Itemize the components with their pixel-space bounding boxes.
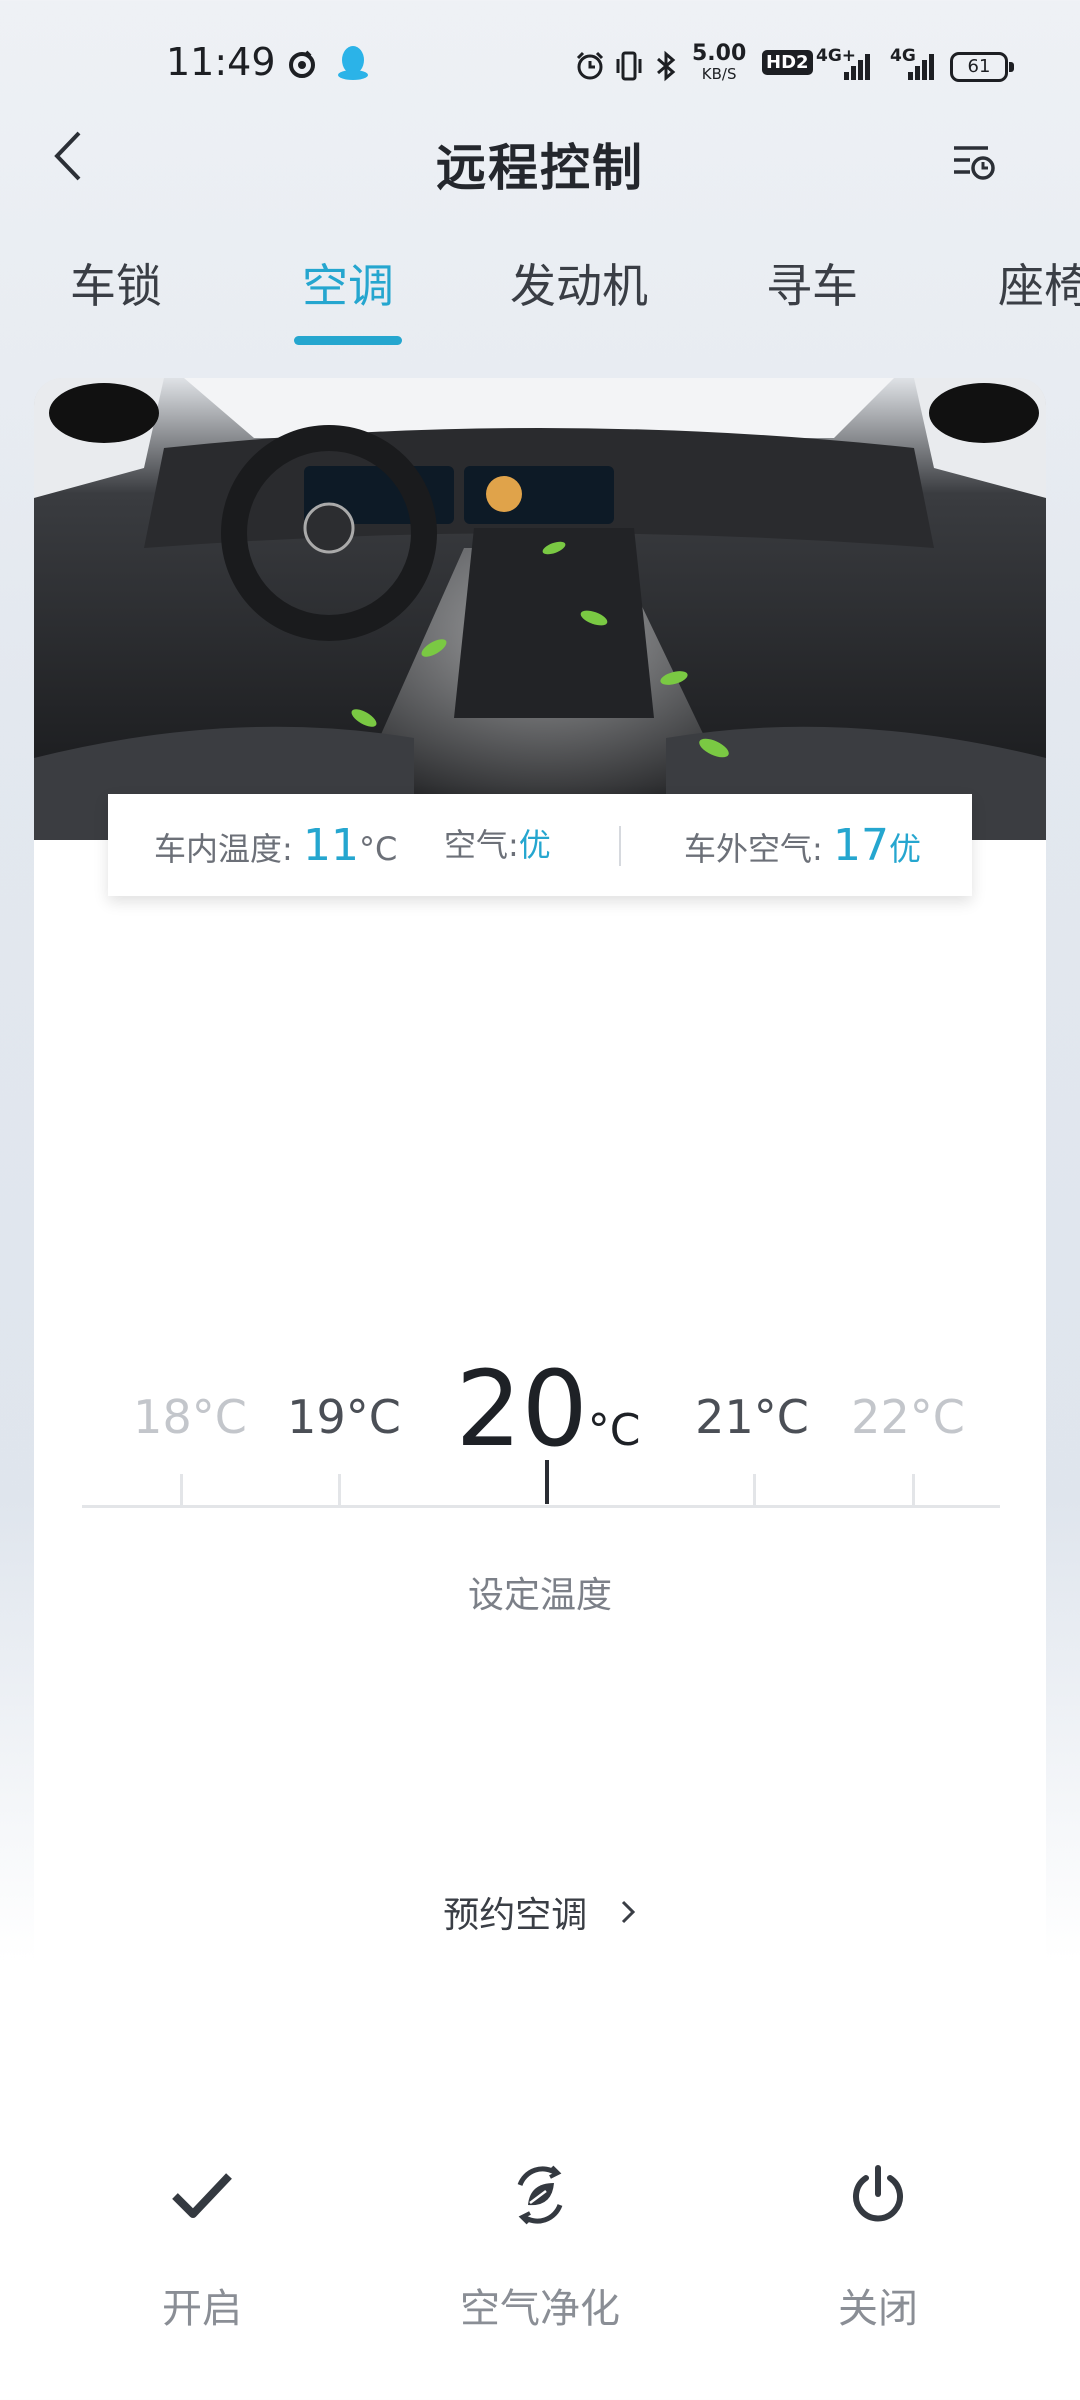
air-purify-button[interactable]: 空气净化 <box>420 2150 660 2332</box>
tab-bar: 车锁 空调 发动机 寻车 座椅 <box>0 240 1080 350</box>
header: 远程控制 <box>0 110 1080 210</box>
ruler-tick <box>912 1474 915 1506</box>
outside-air-quality: 车外空气: 17优 <box>684 820 921 871</box>
divider <box>619 826 621 866</box>
status-time: 11:49 <box>166 40 276 84</box>
ruler-tick <box>338 1474 341 1506</box>
temp-option[interactable]: 19°C <box>287 1390 401 1444</box>
temperature-picker[interactable]: 18°C 19°C 20°C 21°C 22°C <box>0 1340 1080 1470</box>
inside-temperature: 车内温度: 11°C <box>154 820 398 871</box>
climate-info-bar: 车内温度: 11°C 空气:优 车外空气: 17优 <box>108 794 972 896</box>
schedule-history-button[interactable] <box>944 132 1004 192</box>
stop-ac-button[interactable]: 关闭 <box>758 2150 998 2332</box>
air-purify-label: 空气净化 <box>460 2286 620 2332</box>
tab-seat[interactable]: 座椅 <box>998 250 1080 316</box>
stop-ac-label: 关闭 <box>838 2286 918 2332</box>
current-temperature: 20°C <box>455 1348 641 1470</box>
ruler-current-marker <box>545 1460 549 1504</box>
ruler-tick <box>180 1474 183 1506</box>
temp-option[interactable]: 18°C <box>133 1390 247 1444</box>
schedule-list-icon <box>954 146 995 180</box>
chevron-right-icon <box>621 1900 635 1924</box>
tab-air-conditioner[interactable]: 空调 <box>302 250 394 316</box>
tab-engine[interactable]: 发动机 <box>510 250 648 316</box>
alarm-icon <box>576 51 604 80</box>
hd-badge: HD2 <box>762 50 813 75</box>
air-quality: 空气:优 <box>444 826 551 864</box>
climate-card <box>34 378 1046 1960</box>
air-quality-value: 优 <box>518 826 551 864</box>
air-purify-icon <box>517 2165 563 2225</box>
temperature-ruler <box>82 1505 1000 1508</box>
power-icon <box>853 2165 903 2222</box>
signal-bars-icon <box>908 54 934 80</box>
schedule-ac-label: 预约空调 <box>443 1895 588 1936</box>
set-temperature-label: 设定温度 <box>467 1575 612 1616</box>
page-title: 远程控制 <box>436 139 644 197</box>
qq-icon <box>338 46 368 80</box>
start-ac-label: 开启 <box>162 2286 242 2332</box>
car-interior-image <box>34 378 1046 840</box>
netease-music-icon <box>289 50 315 78</box>
schedule-ac-link[interactable]: 预约空调 <box>0 1886 1080 1938</box>
temp-option[interactable]: 22°C <box>851 1390 965 1444</box>
signal-bars-icon <box>844 54 870 80</box>
network-speed: 5.00 KB/S <box>692 41 747 84</box>
check-icon <box>172 2173 232 2218</box>
tab-find-car[interactable]: 寻车 <box>766 250 858 316</box>
vibrate-icon <box>616 51 642 81</box>
tab-active-indicator <box>294 336 402 345</box>
start-ac-button[interactable]: 开启 <box>82 2150 322 2332</box>
temp-option[interactable]: 21°C <box>695 1390 809 1444</box>
ruler-tick <box>753 1474 756 1506</box>
inside-temperature-value: 11 <box>302 820 359 871</box>
bluetooth-icon <box>657 50 676 82</box>
tab-lock[interactable]: 车锁 <box>70 250 162 316</box>
action-bar: 开启 空气净化 关闭 <box>0 2150 1080 2332</box>
outside-air-value: 17 <box>832 820 889 871</box>
battery-indicator: 61 <box>950 52 1014 82</box>
